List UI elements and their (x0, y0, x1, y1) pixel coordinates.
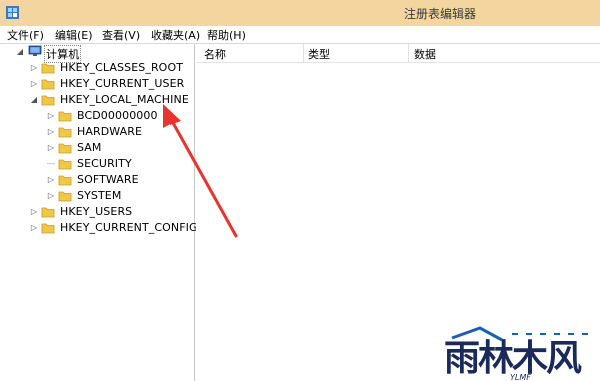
folder-icon (58, 191, 72, 202)
collapse-arrow-icon[interactable]: ◢ (15, 46, 25, 58)
tree-item-sam[interactable]: ▷ SAM (0, 141, 190, 157)
menu-file[interactable]: 文件(F) (7, 27, 44, 43)
column-divider[interactable] (303, 44, 304, 62)
column-data[interactable]: 数据 (414, 46, 436, 61)
tree-label: HKEY_CURRENT_CONFIG (60, 221, 198, 234)
column-type[interactable]: 类型 (308, 46, 330, 61)
menu-help[interactable]: 帮助(H) (207, 27, 246, 43)
folder-icon (58, 159, 72, 170)
menu-edit[interactable]: 编辑(E) (55, 27, 93, 43)
tree-label: HKEY_CURRENT_USER (60, 77, 185, 90)
folder-icon (58, 127, 72, 138)
expand-arrow-icon[interactable]: ▷ (29, 206, 39, 218)
tree-connector: ― (47, 159, 55, 168)
folder-icon (41, 207, 55, 218)
list-header: 名称 类型 数据 (196, 44, 600, 63)
tree-label: HARDWARE (77, 125, 143, 138)
watermark-logo: 雨林木风 YLMF (444, 326, 592, 381)
watermark-subtext: YLMF (510, 373, 531, 381)
expand-arrow-icon[interactable]: ▷ (46, 110, 56, 122)
tree-item-hkey-current-config[interactable]: ▷ HKEY_CURRENT_CONFIG (0, 221, 198, 237)
folder-icon (41, 79, 55, 90)
tree-item-bcd[interactable]: ▷ BCD00000000 (0, 109, 190, 125)
computer-icon (28, 45, 42, 56)
tree-label: BCD00000000 (77, 109, 158, 122)
tree-item-hkey-users[interactable]: ▷ HKEY_USERS (0, 205, 190, 221)
tree-label: HKEY_CLASSES_ROOT (60, 61, 184, 74)
tree-label: SAM (77, 141, 102, 154)
expand-arrow-icon[interactable]: ▷ (46, 142, 56, 154)
expand-arrow-icon[interactable]: ▷ (46, 126, 56, 138)
folder-icon (58, 175, 72, 186)
window-title: 注册表编辑器 (403, 7, 476, 21)
expand-arrow-icon[interactable]: ▷ (29, 222, 39, 234)
title-bar: 注册表编辑器 (0, 0, 600, 26)
collapse-arrow-icon[interactable]: ◢ (29, 94, 39, 106)
tree-pane[interactable]: ◢ 计算机 ▷ HKEY_CLASSES_ROOT ▷ HKEY_CURRENT… (0, 44, 198, 381)
tree-item-hkey-classes-root[interactable]: ▷ HKEY_CLASSES_ROOT (0, 61, 190, 77)
expand-arrow-icon[interactable]: ▷ (46, 174, 56, 186)
tree-item-software[interactable]: ▷ SOFTWARE (0, 173, 190, 189)
tree-label: SOFTWARE (77, 173, 139, 186)
tree-item-security[interactable]: ― SECURITY (0, 157, 190, 173)
tree-item-computer[interactable]: ◢ 计算机 (0, 45, 190, 63)
folder-icon (58, 111, 72, 122)
tree-item-hkey-current-user[interactable]: ▷ HKEY_CURRENT_USER (0, 77, 190, 93)
menu-view[interactable]: 查看(V) (102, 27, 140, 43)
folder-icon (41, 63, 55, 74)
folder-icon (58, 143, 72, 154)
column-divider[interactable] (408, 44, 409, 62)
column-name[interactable]: 名称 (204, 46, 226, 61)
tree-label: HKEY_LOCAL_MACHINE (60, 93, 189, 106)
tree-label: HKEY_USERS (60, 205, 133, 218)
menu-bar: 文件(F) 编辑(E) 查看(V) 收藏夹(A) 帮助(H) (0, 26, 600, 44)
folder-open-icon (41, 95, 55, 106)
expand-arrow-icon[interactable]: ▷ (29, 62, 39, 74)
expand-arrow-icon[interactable]: ▷ (29, 78, 39, 90)
expand-arrow-icon[interactable]: ▷ (46, 190, 56, 202)
tree-item-hardware[interactable]: ▷ HARDWARE (0, 125, 190, 141)
folder-icon (41, 223, 55, 234)
tree-item-system[interactable]: ▷ SYSTEM (0, 189, 190, 205)
tree-label: SYSTEM (77, 189, 122, 202)
tree-label: SECURITY (77, 157, 132, 170)
tree-item-hkey-local-machine[interactable]: ◢ HKEY_LOCAL_MACHINE (0, 93, 190, 109)
menu-favorites[interactable]: 收藏夹(A) (151, 27, 200, 43)
